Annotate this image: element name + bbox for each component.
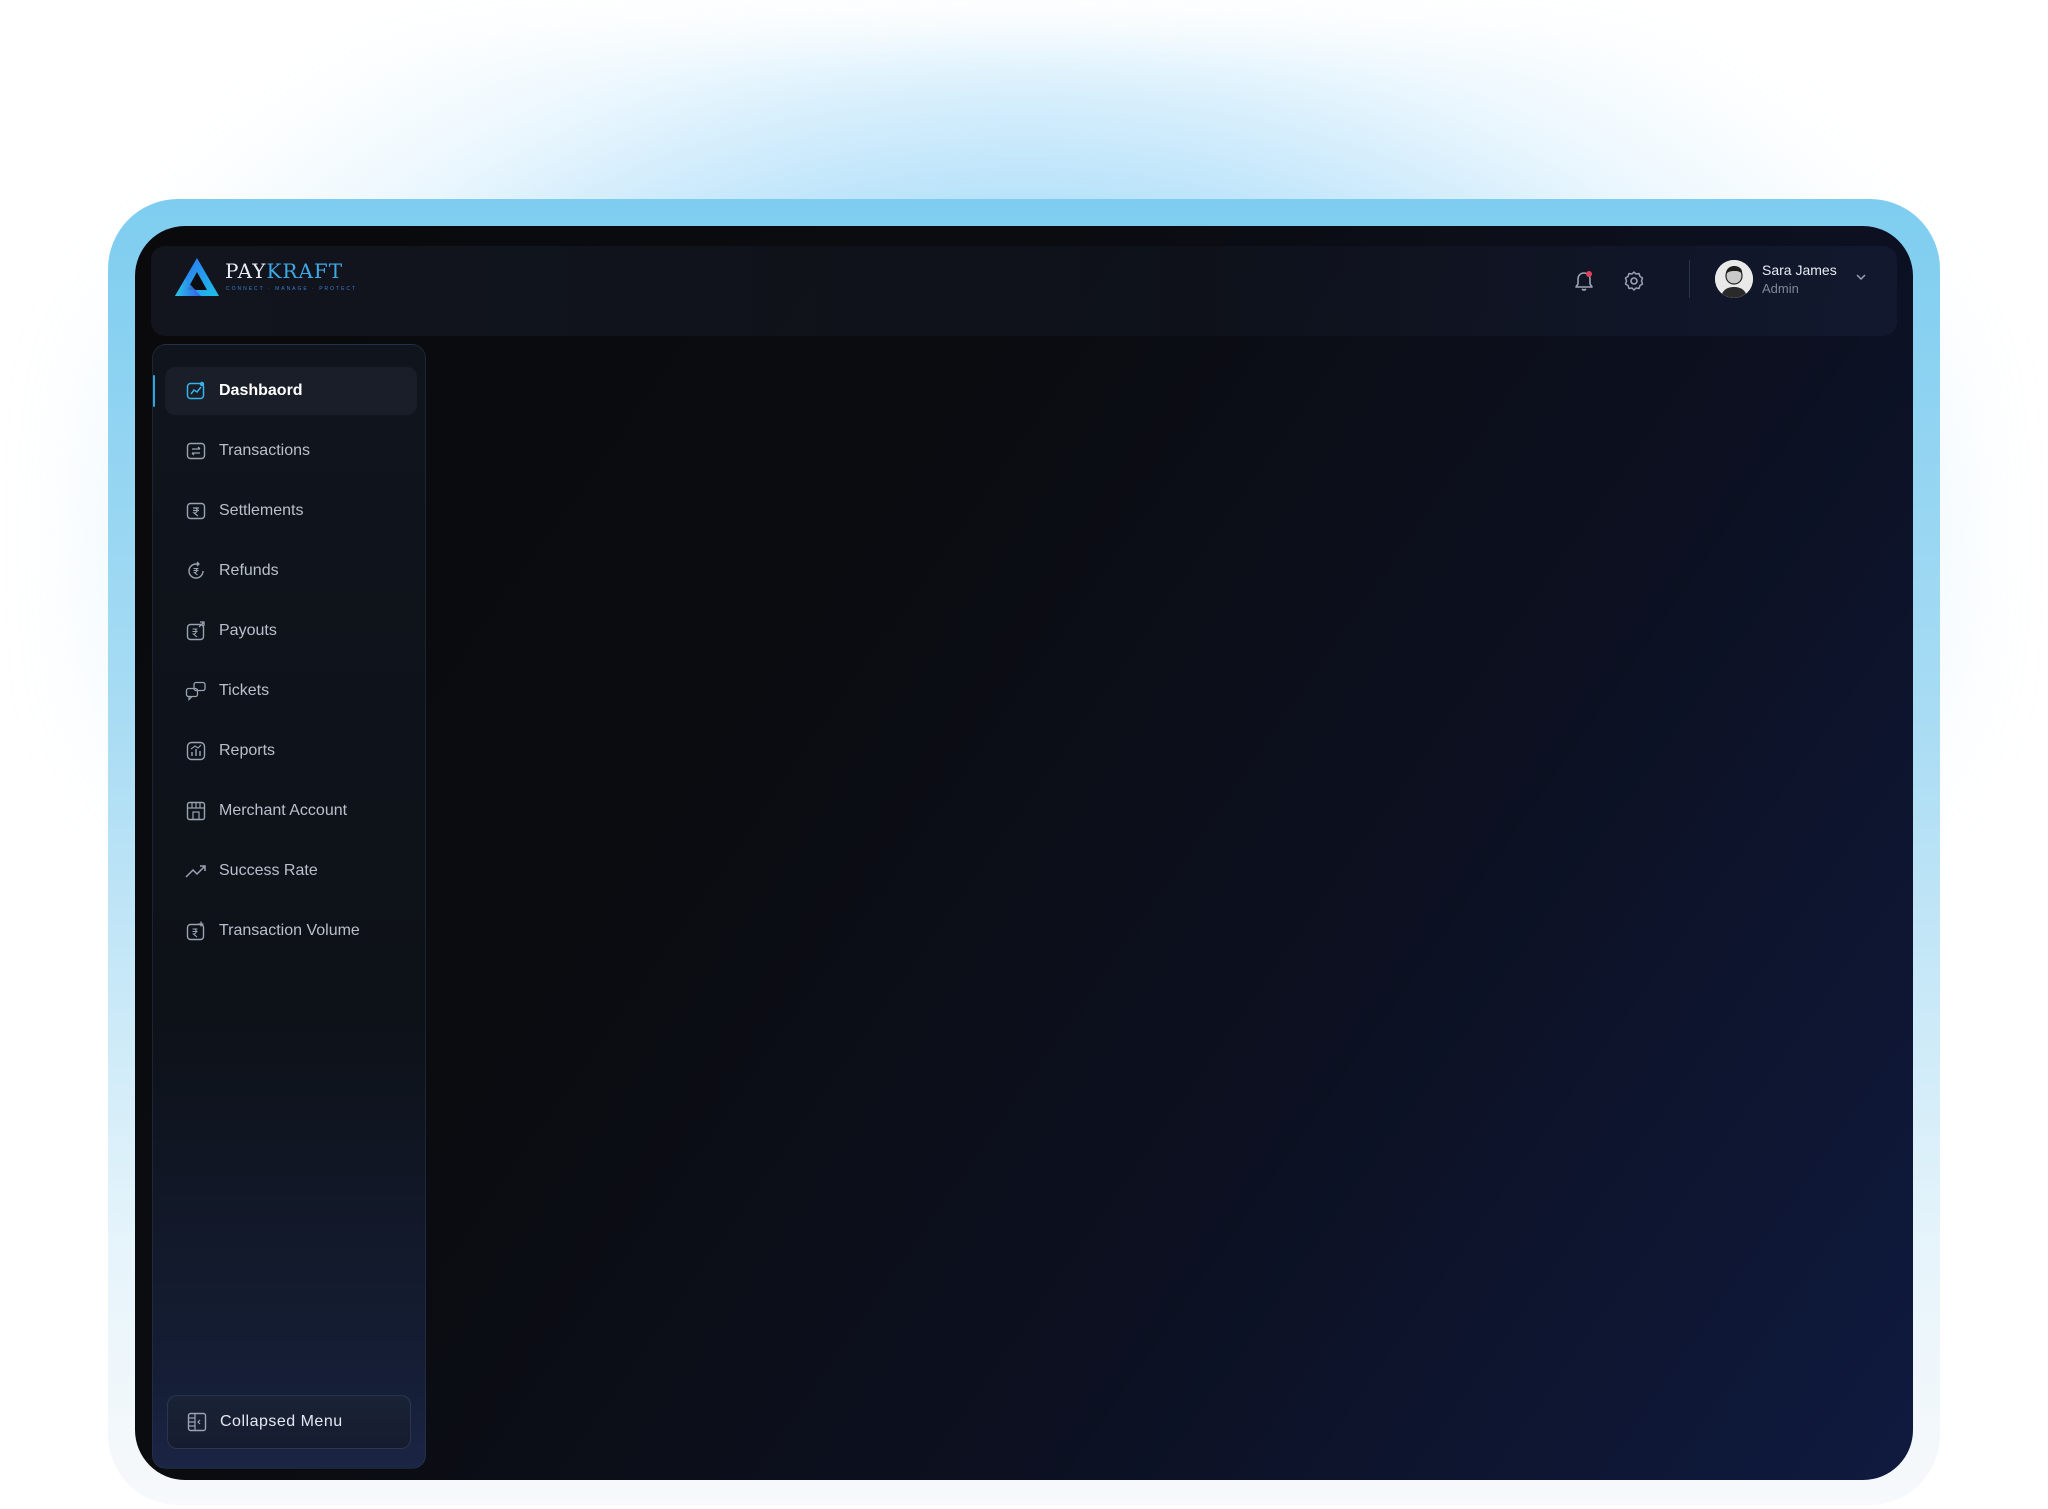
user-profile-menu[interactable]: Sara James Admin	[1715, 258, 1875, 300]
user-name: Sara James	[1762, 262, 1837, 278]
header-divider	[1689, 260, 1690, 298]
logo-triangle-icon	[175, 258, 219, 296]
sidebar-item-label: Dashbaord	[219, 382, 303, 399]
notifications-button[interactable]	[1570, 267, 1598, 295]
rupee-icon	[185, 500, 207, 522]
chevron-down-icon	[1856, 274, 1866, 281]
volume-icon	[185, 920, 207, 942]
store-icon	[185, 800, 207, 822]
sidebar-item-reports[interactable]: Reports	[165, 727, 417, 775]
transfer-icon	[185, 440, 207, 462]
sidebar-item-tickets[interactable]: Tickets	[165, 667, 417, 715]
brand-name: PAYKRAFT	[225, 259, 344, 283]
sidebar-item-transactions[interactable]: Transactions	[165, 427, 417, 475]
sidebar-item-label: Success Rate	[219, 862, 318, 879]
brand-logo[interactable]: PAYKRAFT CONNECT · MANAGE · PROTECT	[175, 256, 375, 302]
collapse-menu-button[interactable]: Collapsed Menu	[167, 1395, 411, 1449]
user-role: Admin	[1762, 281, 1799, 296]
sidebar-item-transaction-volume[interactable]: Transaction Volume	[165, 907, 417, 955]
collapse-menu-label: Collapsed Menu	[220, 1413, 343, 1430]
refund-icon	[185, 560, 207, 582]
sidebar-item-settlements[interactable]: Settlements	[165, 487, 417, 535]
app-window: PAYKRAFT CONNECT · MANAGE · PROTECT Sara…	[135, 226, 1913, 1480]
sidebar: Dashbaord Transactions Settlements Refun…	[152, 344, 426, 1469]
sidebar-item-label: Reports	[219, 742, 276, 759]
sidebar-collapse-icon	[186, 1411, 208, 1433]
report-icon	[185, 740, 207, 762]
user-avatar-icon	[1715, 260, 1753, 298]
sidebar-item-label: Settlements	[219, 502, 304, 519]
settings-button[interactable]	[1620, 267, 1648, 295]
gear-icon	[1624, 271, 1644, 291]
avatar	[1715, 260, 1753, 298]
payout-icon	[185, 620, 207, 642]
trend-up-icon	[185, 860, 207, 882]
sidebar-item-label: Payouts	[219, 622, 277, 639]
sidebar-item-label: Transaction Volume	[219, 922, 360, 939]
sidebar-item-label: Merchant Account	[219, 802, 348, 819]
sidebar-item-label: Refunds	[219, 562, 279, 579]
sidebar-item-label: Tickets	[219, 682, 270, 699]
sidebar-item-dashboard[interactable]: Dashbaord	[153, 367, 417, 415]
bell-icon	[1575, 271, 1593, 291]
sidebar-item-payouts[interactable]: Payouts	[165, 607, 417, 655]
ticket-icon	[185, 680, 207, 702]
sidebar-item-refunds[interactable]: Refunds	[165, 547, 417, 595]
chart-icon	[185, 380, 207, 402]
sidebar-item-label: Transactions	[219, 442, 310, 459]
sidebar-item-merchant-account[interactable]: Merchant Account	[165, 787, 417, 835]
sidebar-item-success-rate[interactable]: Success Rate	[165, 847, 417, 895]
active-indicator	[153, 375, 155, 407]
brand-tagline: CONNECT · MANAGE · PROTECT	[226, 286, 358, 292]
